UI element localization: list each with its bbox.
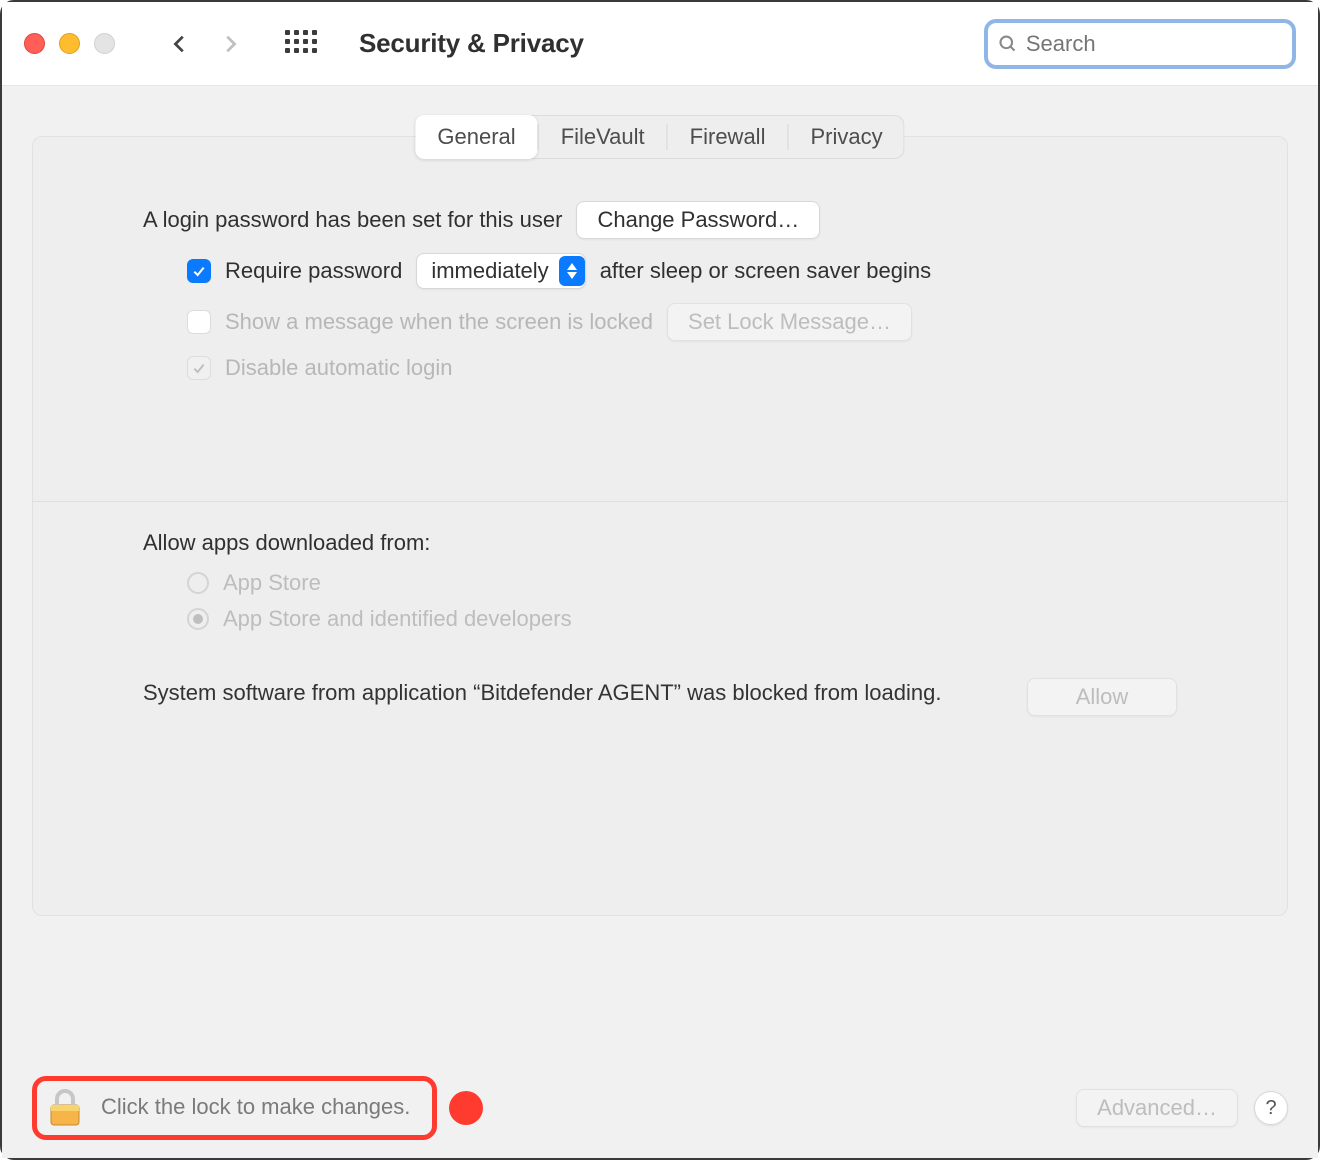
tab-filevault[interactable]: FileVault	[539, 115, 667, 159]
require-password-delay-value: immediately	[431, 258, 548, 284]
login-password-status: A login password has been set for this u…	[143, 207, 562, 233]
back-button[interactable]	[169, 33, 191, 55]
radio-identified-developers	[187, 608, 209, 630]
show-all-prefs-icon[interactable]	[285, 30, 313, 58]
tab-firewall[interactable]: Firewall	[668, 115, 788, 159]
radio-app-store-label: App Store	[223, 570, 321, 596]
require-password-label-post: after sleep or screen saver begins	[600, 258, 931, 284]
disable-auto-login-checkbox	[187, 356, 211, 380]
footer: Click the lock to make changes. Advanced…	[2, 1058, 1318, 1158]
divider	[33, 501, 1287, 502]
set-lock-message-button: Set Lock Message…	[667, 303, 912, 341]
search-field-wrap[interactable]	[984, 19, 1296, 69]
tab-general[interactable]: General	[415, 115, 537, 159]
require-password-delay-popup[interactable]: immediately	[416, 253, 585, 289]
window-controls	[24, 33, 115, 54]
show-lock-message-label: Show a message when the screen is locked	[225, 309, 653, 335]
require-password-checkbox[interactable]	[187, 259, 211, 283]
annotation-marker	[449, 1091, 483, 1125]
blocked-software-message: System software from application “Bitdef…	[143, 678, 1007, 708]
nav-buttons	[169, 33, 241, 55]
allow-button: Allow	[1027, 678, 1177, 716]
radio-app-store	[187, 572, 209, 594]
disable-auto-login-label: Disable automatic login	[225, 355, 452, 381]
preferences-panel: General FileVault Firewall Privacy A log…	[32, 136, 1288, 916]
zoom-window-button	[94, 33, 115, 54]
stepper-arrows-icon	[559, 256, 585, 286]
tab-privacy[interactable]: Privacy	[788, 115, 904, 159]
close-window-button[interactable]	[24, 33, 45, 54]
toolbar: Security & Privacy	[2, 2, 1318, 86]
search-icon	[998, 33, 1018, 55]
lock-area-highlight: Click the lock to make changes.	[32, 1076, 437, 1140]
require-password-label-pre: Require password	[225, 258, 402, 284]
gatekeeper-heading: Allow apps downloaded from:	[143, 530, 1177, 556]
search-input[interactable]	[1026, 31, 1282, 57]
advanced-button: Advanced…	[1076, 1089, 1238, 1127]
show-lock-message-checkbox	[187, 310, 211, 334]
minimize-window-button[interactable]	[59, 33, 80, 54]
window-title: Security & Privacy	[359, 28, 584, 59]
lock-icon[interactable]	[47, 1087, 83, 1127]
main-area: General FileVault Firewall Privacy A log…	[2, 86, 1318, 1158]
tab-bar: General FileVault Firewall Privacy	[415, 115, 904, 159]
help-button[interactable]: ?	[1254, 1091, 1288, 1125]
forward-button	[219, 33, 241, 55]
change-password-button[interactable]: Change Password…	[576, 201, 820, 239]
lock-hint-text: Click the lock to make changes.	[101, 1094, 410, 1120]
radio-identified-developers-label: App Store and identified developers	[223, 606, 572, 632]
